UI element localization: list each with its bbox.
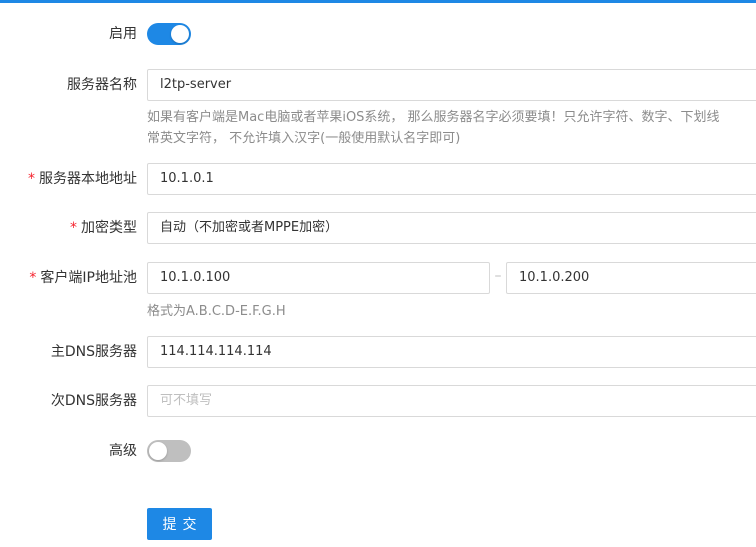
- client-pool-start-input[interactable]: 10.1.0.100: [147, 262, 490, 294]
- client-pool-end-input[interactable]: 10.1.0.200: [506, 262, 756, 294]
- enable-toggle[interactable]: [147, 23, 191, 45]
- submit-button[interactable]: 提交: [147, 508, 212, 540]
- range-separator: –: [494, 268, 502, 284]
- server-name-help-line1: 如果有客户端是Mac电脑或者苹果iOS系统， 那么服务器名字必须要填！只允许字符…: [147, 110, 720, 125]
- required-mark: *: [29, 270, 37, 286]
- server-name-help-line2: 常英文字符， 不允许填入汉字(一般使用默认名字即可): [147, 131, 461, 146]
- enable-label: 启用: [109, 26, 137, 42]
- primary-dns-label: 主DNS服务器: [50, 344, 137, 360]
- primary-dns-input[interactable]: 114.114.114.114: [147, 336, 756, 368]
- secondary-dns-label: 次DNS服务器: [50, 393, 137, 409]
- local-address-input[interactable]: 10.1.0.1: [147, 163, 756, 195]
- l2tp-server-form: 启用 服务器名称 l2tp-server 如果有客户端是Mac电脑或者苹果iOS…: [0, 0, 756, 547]
- encryption-select[interactable]: 自动（不加密或者MPPE加密）: [147, 212, 756, 244]
- local-address-label: * 服务器本地地址: [28, 171, 137, 187]
- required-mark: *: [28, 171, 35, 187]
- server-name-input[interactable]: l2tp-server: [147, 69, 756, 101]
- client-pool-help: 格式为A.B.C.D-E.F.G.H: [147, 304, 286, 319]
- secondary-dns-input[interactable]: 可不填写: [147, 385, 756, 417]
- required-mark: *: [70, 220, 77, 236]
- server-name-label: 服务器名称: [67, 77, 137, 93]
- advanced-toggle[interactable]: [147, 440, 191, 462]
- toggle-knob: [149, 442, 167, 460]
- encryption-label: * 加密类型: [70, 220, 137, 236]
- toggle-knob: [171, 25, 189, 43]
- advanced-label: 高级: [109, 443, 137, 459]
- client-pool-label: * 客户端IP地址池: [29, 270, 137, 286]
